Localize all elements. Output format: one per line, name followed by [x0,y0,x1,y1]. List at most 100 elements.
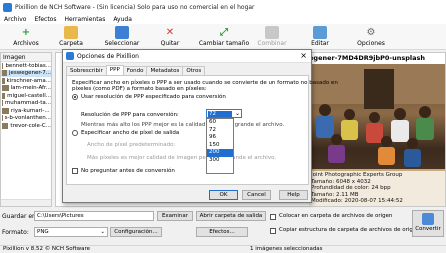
image-thumbnail [2,122,9,129]
menu-ayuda[interactable]: Ayuda [109,16,136,23]
no-ask-checkbox[interactable] [72,168,78,174]
image-thumbnail [2,107,9,114]
image-metadata: Joint Photographic Experts Group Tamaño:… [309,171,445,206]
file-item[interactable]: miguel-castell... [1,92,51,100]
options-icon: ⚙ [366,27,376,38]
menu-bar: Archivo Efectos Herramientas Ayuda [0,14,446,24]
file-item[interactable]: lam-mein-Afr... [1,85,51,93]
ppp-option[interactable]: 60 [207,119,233,127]
close-icon[interactable]: × [300,52,307,60]
toolbar: + Archivos Carpeta Seleccionar ✕ Quitar … [0,24,446,50]
default-width-label: Ancho de píxel predeterminado: [87,142,176,148]
file-list-header[interactable]: Imagen [1,53,51,62]
tab-otros[interactable]: Otros [182,66,206,75]
copy-structure-label: Copiar estructura de carpeta de archivos… [279,227,420,233]
dialog-tabs: Sobrescribir PPP Fondo Metadatos Otros [66,65,206,75]
open-output-folder-button[interactable]: Abrir carpeta de salida [196,211,266,221]
ppp-option[interactable]: 300 [207,157,233,165]
image-thumbnail [2,100,3,107]
file-item-selected[interactable]: jeswegener-7... [1,69,51,77]
app-icon [66,52,74,60]
intro-line-2: píxeles (como PDF) a formato basado en p… [72,86,207,92]
image-thumbnail [2,70,7,77]
ppp-options-list: 60 72 96 150 200 300 [206,118,234,174]
tab-sobrescribir[interactable]: Sobrescribir [66,66,107,75]
title-bar: Pixillion de NCH Software - (Sin licenci… [0,0,446,14]
menu-herramientas[interactable]: Herramientas [60,16,109,23]
dialog-title-bar[interactable]: Opciones de Pixillion [63,50,311,63]
ppp-option-highlighted[interactable]: 200 [207,149,233,157]
horizontal-scrollbar[interactable] [1,199,51,206]
ok-button[interactable]: OK [209,190,238,200]
remove-icon: ✕ [165,27,175,38]
help-button[interactable]: Help [279,190,308,200]
preview-title: wegener-7MD4DR9jbP0-unsplash [303,54,425,62]
file-item[interactable]: riya-kumari-... [1,107,51,115]
app-icon [3,2,12,12]
no-ask-label: No preguntar antes de conversión [81,168,175,174]
convert-icon [422,213,434,225]
ppp-note: Mientras más alto los PPP mejor es la ca… [81,122,285,128]
file-item[interactable]: trevor-cole-C... [1,122,51,130]
file-item[interactable]: muhammad-ta... [1,100,51,108]
status-selection: 1 imágenes seleccionadas [250,246,323,252]
origin-folder-checkbox[interactable] [270,214,276,220]
pixel-width-label: Especificar ancho de píxel de salida [81,130,180,136]
edit-button[interactable]: Editar [295,26,345,49]
image-thumbnail [2,62,4,69]
format-label: Formato: [2,229,29,236]
format-select[interactable]: PNG ⌄ [34,227,108,237]
resize-icon: ⤢ [220,27,228,38]
browse-button[interactable]: Examinar [157,211,193,221]
image-thumbnail [2,85,9,92]
remove-button[interactable]: ✕ Quitar [145,26,195,49]
cancel-button[interactable]: Cancel [242,190,271,200]
resize-button[interactable]: ⤢ Cambiar tamaño [196,26,252,49]
add-files-button[interactable]: + Archivos [1,26,51,49]
convert-button[interactable]: Convertir [412,210,444,237]
plus-icon: + [21,27,31,38]
combine-icon [265,26,279,39]
effects-button[interactable]: Efectos... [196,227,248,237]
add-folder-button[interactable]: Carpeta [46,26,96,49]
width-note: Más píxeles es mejor calidad de imagen p… [87,155,277,161]
copy-structure-checkbox[interactable] [270,228,276,234]
pixel-width-radio[interactable] [72,130,78,136]
tab-ppp[interactable]: PPP [105,65,124,75]
tab-fondo[interactable]: Fondo [122,66,148,75]
use-ppp-radio[interactable] [72,94,78,100]
ppp-dropdown-value: 72 [208,111,232,117]
file-list-panel: Imagen bennett-tobias... jeswegener-7...… [0,52,52,207]
combine-button[interactable]: Combinar [247,26,297,49]
output-settings: Guardar en: C:\Users\Pictures Examinar A… [0,208,446,245]
ppp-label: Resolución de PPP para conversión: [81,112,179,118]
file-item[interactable]: s-b-vonlanthen... [1,115,51,123]
chevron-down-icon: ⌄ [100,229,105,235]
status-bar: Pixillion v 8.52 © NCH Software 1 imágen… [0,245,446,253]
configuration-button[interactable]: Configuración... [110,227,162,237]
status-version: Pixillion v 8.52 © NCH Software [3,246,91,252]
use-ppp-label: Usar resolución de PPP especificado para… [81,94,226,100]
save-path-input[interactable]: C:\Users\Pictures [34,211,154,221]
select-icon [115,26,129,39]
save-to-label: Guardar en: [2,213,38,220]
options-button[interactable]: ⚙ Opciones [346,26,396,49]
tab-metadatos[interactable]: Metadatos [146,66,184,75]
chevron-down-icon: ⌄ [234,110,240,117]
ppp-option[interactable]: 150 [207,142,233,150]
ppp-dropdown[interactable]: 72 ⌄ [206,109,242,118]
ppp-option[interactable]: 72 [207,127,233,135]
image-thumbnail [2,92,6,99]
window-title: Pixillion de NCH Software - (Sin licenci… [15,3,255,11]
origin-folder-label: Colocar en carpeta de archivos de origen [279,213,393,219]
file-item[interactable]: bennett-tobias... [1,62,51,70]
ppp-option[interactable]: 96 [207,134,233,142]
menu-efectos[interactable]: Efectos [30,16,60,23]
folder-icon [64,26,78,39]
file-item[interactable]: kirschner-ama... [1,77,51,85]
edit-icon [313,26,327,39]
select-button[interactable]: Seleccionar [97,26,147,49]
image-thumbnail [2,115,3,122]
menu-archivo[interactable]: Archivo [0,16,30,23]
format-value: PNG [37,229,49,235]
